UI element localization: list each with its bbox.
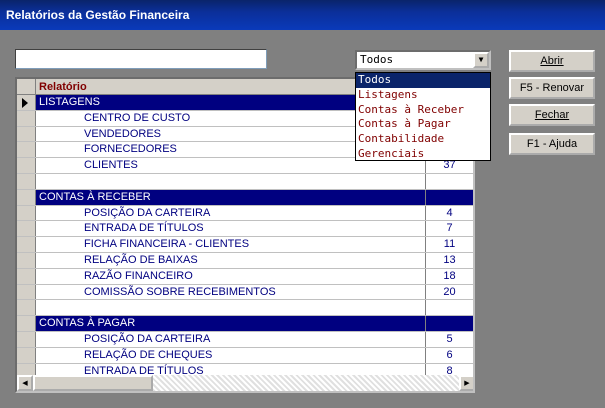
table-row[interactable]: FICHA FINANCEIRA - CLIENTES 11 xyxy=(17,237,473,253)
report-number: 6 xyxy=(425,347,473,363)
report-number: 13 xyxy=(425,252,473,268)
table-row[interactable]: ENTRADA DE TÍTULOS 7 xyxy=(17,221,473,238)
filter-option[interactable]: Listagens xyxy=(356,88,490,103)
filter-option[interactable]: Todos xyxy=(356,73,490,88)
row-indicator[interactable] xyxy=(17,173,36,189)
report-number xyxy=(425,173,473,189)
report-name: ENTRADA DE TÍTULOS xyxy=(84,222,204,235)
row-indicator[interactable] xyxy=(17,110,36,126)
report-name: FICHA FINANCEIRA - CLIENTES xyxy=(84,238,250,251)
filter-selected-value: Todos xyxy=(360,53,394,66)
filter-option[interactable]: Contabilidade xyxy=(356,132,490,147)
report-number: 11 xyxy=(425,237,473,252)
row-indicator[interactable] xyxy=(17,347,36,363)
table-row[interactable]: RELAÇÃO DE CHEQUES 6 xyxy=(17,347,473,364)
scroll-right-icon[interactable]: ▶ xyxy=(459,375,473,391)
report-name: RELAÇÃO DE CHEQUES xyxy=(84,348,213,361)
table-row[interactable]: POSIÇÃO DA CARTEIRA 5 xyxy=(17,331,473,348)
row-indicator[interactable] xyxy=(17,316,36,331)
filter-dropdown[interactable]: Todos ▼ xyxy=(355,50,491,70)
row-indicator[interactable] xyxy=(17,158,36,173)
row-indicator[interactable] xyxy=(17,142,36,158)
report-name: RAZÃO FINANCEIRO xyxy=(84,269,193,282)
row-indicator[interactable] xyxy=(17,126,36,142)
report-name: CONTAS À PAGAR xyxy=(39,317,136,330)
report-name: COMISSÃO SOBRE RECEBIMENTOS xyxy=(84,285,276,298)
report-window: Relatórios da Gestão Financeira Todos ▼ … xyxy=(0,0,605,408)
chevron-down-icon[interactable]: ▼ xyxy=(473,52,489,68)
report-number xyxy=(425,300,473,316)
table-row[interactable]: POSIÇÃO DA CARTEIRA 4 xyxy=(17,205,473,222)
report-number: 4 xyxy=(425,205,473,221)
row-indicator[interactable] xyxy=(17,237,36,252)
report-name: CENTRO DE CUSTO xyxy=(84,111,191,124)
row-indicator[interactable] xyxy=(17,252,36,268)
row-indicator[interactable] xyxy=(17,284,36,300)
filter-option[interactable]: Contas à Receber xyxy=(356,103,490,118)
filter-option[interactable]: Contas à Pagar xyxy=(356,117,490,132)
section-row[interactable]: CONTAS À RECEBER xyxy=(17,189,473,206)
report-name: VENDEDORES xyxy=(84,127,162,140)
report-number: 7 xyxy=(425,221,473,237)
report-number: 20 xyxy=(425,284,473,300)
section-row[interactable]: CONTAS À PAGAR xyxy=(17,316,473,332)
row-indicator[interactable] xyxy=(17,221,36,237)
report-name: FORNECEDORES xyxy=(84,143,177,156)
table-row[interactable] xyxy=(17,300,473,317)
report-number: 18 xyxy=(425,268,473,284)
report-number: 5 xyxy=(425,331,473,347)
row-indicator[interactable] xyxy=(17,268,36,284)
report-number xyxy=(425,189,473,205)
row-indicator[interactable] xyxy=(17,189,36,205)
row-indicator[interactable] xyxy=(17,95,36,110)
filter-option[interactable]: Gerenciais xyxy=(356,147,490,162)
close-button[interactable]: Fechar xyxy=(509,104,595,126)
report-name: POSIÇÃO DA CARTEIRA xyxy=(84,206,211,219)
row-indicator[interactable] xyxy=(17,205,36,221)
table-row[interactable]: RAZÃO FINANCEIRO 18 xyxy=(17,268,473,285)
report-name: CONTAS À RECEBER xyxy=(39,190,151,203)
horizontal-scrollbar[interactable]: ◀ ▶ xyxy=(17,375,473,391)
refresh-button[interactable]: F5 - Renovar xyxy=(509,77,595,99)
horizontal-scroll-thumb[interactable] xyxy=(33,375,153,391)
row-indicator[interactable] xyxy=(17,300,36,316)
table-row[interactable] xyxy=(17,173,473,190)
report-name: LISTAGENS xyxy=(39,96,100,108)
open-button[interactable]: Abrir xyxy=(509,50,595,72)
help-button[interactable]: F1 - Ajuda xyxy=(509,133,595,155)
row-indicator-header xyxy=(17,79,36,95)
search-input[interactable] xyxy=(15,49,267,69)
table-row[interactable]: COMISSÃO SOBRE RECEBIMENTOS 20 xyxy=(17,284,473,301)
column-header-relatorio[interactable]: Relatório xyxy=(39,79,87,95)
current-row-pointer-icon xyxy=(22,98,28,108)
scroll-left-icon[interactable]: ◀ xyxy=(17,375,33,391)
filter-options-list: Todos Listagens Contas à Receber Contas … xyxy=(355,72,491,161)
row-indicator[interactable] xyxy=(17,331,36,347)
report-name: CLIENTES xyxy=(84,159,138,172)
report-name: POSIÇÃO DA CARTEIRA xyxy=(84,332,211,345)
window-title: Relatórios da Gestão Financeira xyxy=(0,0,605,30)
report-number xyxy=(425,316,473,331)
table-row[interactable]: RELAÇÃO DE BAIXAS 13 xyxy=(17,252,473,269)
report-name: RELAÇÃO DE BAIXAS xyxy=(84,253,198,266)
